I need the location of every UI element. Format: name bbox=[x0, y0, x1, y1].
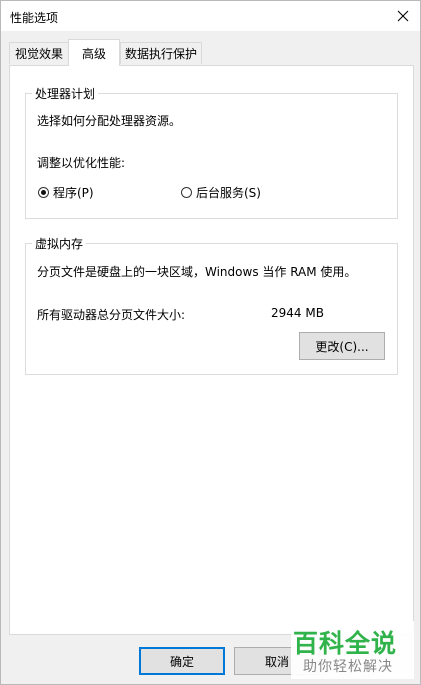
ok-button-label: 确定 bbox=[169, 654, 194, 669]
tab-label: 高级 bbox=[81, 46, 106, 61]
programs-radio[interactable]: 程序(P) bbox=[38, 184, 94, 201]
advanced-tab-panel: 处理器计划 选择如何分配处理器资源。 调整以优化性能: 程序(P) 后台服务(S… bbox=[9, 65, 414, 635]
close-icon bbox=[397, 10, 409, 22]
tab-label: 视觉效果 bbox=[14, 47, 63, 61]
change-button-label: 更改(C)... bbox=[315, 339, 369, 354]
total-paging-size-label: 所有驱动器总分页文件大小: bbox=[37, 308, 186, 322]
performance-options-dialog: 性能选项 视觉效果 高级 数据执行保护 处理器计划 选择如何分配处理器资源。 调… bbox=[0, 0, 421, 685]
watermark-subtitle: 助你轻松解决 bbox=[303, 659, 393, 675]
processor-scheduling-description: 选择如何分配处理器资源。 bbox=[37, 114, 182, 128]
change-button[interactable]: 更改(C)... bbox=[299, 332, 385, 360]
background-services-radio-label: 后台服务(S) bbox=[196, 186, 261, 200]
radio-selected-indicator bbox=[38, 187, 49, 198]
ok-button[interactable]: 确定 bbox=[139, 647, 225, 675]
watermark-title: 百科全说 bbox=[293, 629, 398, 658]
radio-unselected-indicator bbox=[181, 187, 192, 198]
total-paging-size-value: 2944 MB bbox=[271, 306, 324, 320]
virtual-memory-group: 虚拟内存 分页文件是硬盘上的一块区域，Windows 当作 RAM 使用。 所有… bbox=[25, 235, 398, 375]
close-button[interactable] bbox=[390, 3, 416, 29]
processor-scheduling-legend: 处理器计划 bbox=[32, 85, 99, 102]
tab-strip: 视觉效果 高级 数据执行保护 bbox=[9, 39, 414, 66]
adjust-for-label: 调整以优化性能: bbox=[37, 156, 126, 170]
tab-advanced[interactable]: 高级 bbox=[68, 39, 120, 66]
tab-data-execution-prevention[interactable]: 数据执行保护 bbox=[120, 42, 202, 64]
virtual-memory-description: 分页文件是硬盘上的一块区域，Windows 当作 RAM 使用。 bbox=[37, 265, 357, 279]
tab-visual-effects[interactable]: 视觉效果 bbox=[9, 42, 69, 64]
virtual-memory-legend: 虚拟内存 bbox=[32, 235, 87, 252]
cancel-button-label: 取消 bbox=[264, 654, 289, 669]
processor-scheduling-group: 处理器计划 选择如何分配处理器资源。 调整以优化性能: 程序(P) 后台服务(S… bbox=[25, 85, 398, 219]
background-services-radio[interactable]: 后台服务(S) bbox=[181, 184, 261, 201]
watermark-logo: 百科全说 助你轻松解决 bbox=[291, 621, 414, 679]
programs-radio-label: 程序(P) bbox=[53, 186, 94, 200]
window-title: 性能选项 bbox=[10, 11, 59, 25]
title-bar: 性能选项 bbox=[1, 1, 420, 31]
tab-label: 数据执行保护 bbox=[124, 47, 197, 61]
